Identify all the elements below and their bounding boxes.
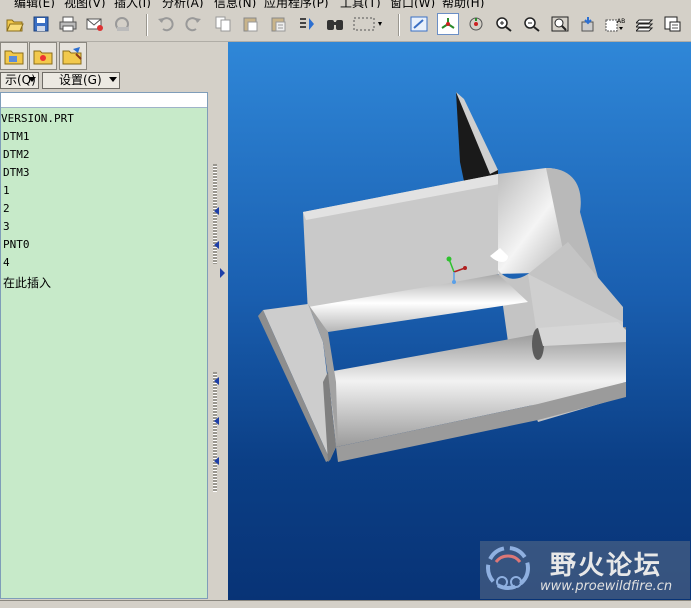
expand-arrow-icon[interactable]: [220, 268, 226, 278]
spin-center-orbit-icon[interactable]: [465, 13, 487, 35]
saved-views-icon[interactable]: AB: [605, 13, 627, 35]
tab-folder-browser[interactable]: [29, 42, 57, 70]
menu-analysis[interactable]: 分析(A): [162, 0, 204, 8]
regenerate-icon[interactable]: [296, 13, 318, 35]
tree-item-4[interactable]: 4: [3, 256, 10, 269]
tree-item-2[interactable]: 2: [3, 202, 10, 215]
save-icon[interactable]: [30, 13, 52, 35]
paste-icon[interactable]: [240, 13, 262, 35]
copy-icon[interactable]: [212, 13, 234, 35]
main-toolbar: AB: [0, 9, 691, 42]
sheetmetal-model[interactable]: [228, 42, 691, 601]
tree-item-part[interactable]: VERSION.PRT: [1, 112, 74, 125]
zoom-in-icon[interactable]: [493, 13, 515, 35]
panel-splitter[interactable]: [208, 42, 228, 607]
forum-watermark: 野火论坛 www.proewildfire.cn: [480, 541, 690, 599]
tree-item-3[interactable]: 3: [3, 220, 10, 233]
email-link-icon[interactable]: [112, 13, 134, 35]
undo-icon[interactable]: [155, 13, 177, 35]
layers-icon[interactable]: [634, 13, 656, 35]
watermark-url: www.proewildfire.cn: [540, 579, 673, 594]
show-dropdown[interactable]: 示(Q): [0, 72, 39, 89]
menu-bar: 编辑(E) 视图(V) 插入(I) 分析(A) 信息(N) 应用程序(P) 工具…: [0, 0, 691, 8]
tree-item-1[interactable]: 1: [3, 184, 10, 197]
settings-dropdown[interactable]: 设置(G): [42, 72, 120, 89]
tab-model-tree[interactable]: [0, 42, 28, 70]
tree-item-dtm1[interactable]: DTM1: [3, 130, 30, 143]
menu-info[interactable]: 信息(N): [214, 0, 256, 8]
graphics-viewport[interactable]: 野火论坛 www.proewildfire.cn: [228, 42, 691, 601]
forum-logo-icon: [486, 546, 530, 590]
spin-center-icon[interactable]: [437, 13, 459, 35]
menu-insert[interactable]: 插入(I): [114, 0, 151, 8]
model-tree-icon[interactable]: [662, 13, 684, 35]
tree-insert-here[interactable]: 在此插入: [3, 274, 51, 291]
refit-icon[interactable]: [549, 13, 571, 35]
menu-edit[interactable]: 编辑(E): [14, 0, 55, 8]
tree-item-dtm2[interactable]: DTM2: [3, 148, 30, 161]
menu-view[interactable]: 视图(V): [64, 0, 106, 8]
menu-tools[interactable]: 工具(T): [340, 0, 381, 8]
collapse-arrows-lower-icon[interactable]: [213, 377, 221, 477]
settings-dropdown-label: 设置(G): [59, 73, 102, 87]
tab-favorites[interactable]: [59, 42, 87, 70]
model-tree: VERSION.PRT DTM1 DTM2 DTM3 1 2 3 PNT0 4 …: [0, 92, 208, 599]
select-box-icon[interactable]: [352, 13, 386, 35]
navigator-tabs: [0, 42, 218, 70]
redo-icon[interactable]: [182, 13, 204, 35]
collapse-arrows-icon[interactable]: [213, 207, 221, 267]
open-icon[interactable]: [4, 13, 26, 35]
tree-item-dtm3[interactable]: DTM3: [3, 166, 30, 179]
reorient-icon[interactable]: [577, 13, 599, 35]
email-icon[interactable]: [84, 13, 106, 35]
menu-window[interactable]: 窗口(W): [390, 0, 435, 8]
zoom-out-icon[interactable]: [521, 13, 543, 35]
view-display-icon[interactable]: [408, 13, 430, 35]
print-icon[interactable]: [57, 13, 79, 35]
find-icon[interactable]: [324, 13, 346, 35]
tree-item-pnt0[interactable]: PNT0: [3, 238, 30, 251]
menu-help[interactable]: 帮助(H): [442, 0, 484, 8]
svg-text:AB: AB: [617, 18, 625, 25]
watermark-title: 野火论坛: [550, 551, 663, 581]
model-tree-header: [1, 93, 207, 108]
paste-special-icon[interactable]: [268, 13, 290, 35]
menu-applications[interactable]: 应用程序(P): [264, 0, 329, 8]
